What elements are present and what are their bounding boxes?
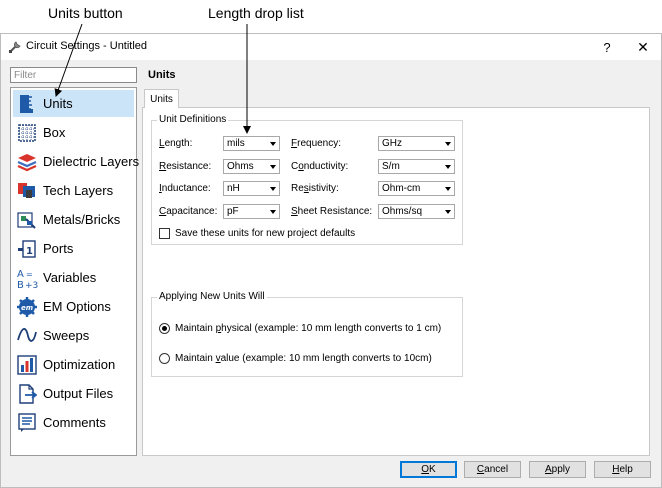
nav-label: Units <box>43 96 73 111</box>
nav-item-output-files[interactable]: Output Files <box>13 380 134 407</box>
frequency-label: Frequency: <box>291 138 342 149</box>
nav-label: EM Options <box>43 299 111 314</box>
close-icon[interactable]: ✕ <box>625 34 661 60</box>
sheet-resistance-label: Sheet Resistance: <box>291 206 373 217</box>
tech-layers-icon <box>16 180 38 202</box>
window-title: Circuit Settings - Untitled <box>26 40 148 52</box>
length-dropdown[interactable]: mils <box>223 136 280 151</box>
resistance-label: Resistance: <box>159 161 212 172</box>
ruler-icon <box>16 93 38 115</box>
svg-text:B: B <box>17 280 24 289</box>
maintain-physical-label: Maintain physical (example: 10 mm length… <box>175 323 442 334</box>
capacitance-dropdown[interactable]: pF <box>223 204 280 219</box>
nav-label: Variables <box>43 270 97 285</box>
resistance-dropdown[interactable]: Ohms <box>223 159 280 174</box>
nav-item-box[interactable]: Box <box>13 119 134 146</box>
nav-item-tech-layers[interactable]: Tech Layers <box>13 177 134 204</box>
nav-item-optimization[interactable]: Optimization <box>13 351 134 378</box>
chevron-down-icon <box>445 142 451 146</box>
unit-definitions-title: Unit Definitions <box>157 114 229 125</box>
conductivity-label: Conductivity: <box>291 161 349 172</box>
length-label: Length: <box>159 138 193 149</box>
nav-item-metals-bricks[interactable]: Metals/Bricks <box>13 206 134 233</box>
inductance-dropdown[interactable]: nH <box>223 181 280 196</box>
output-files-icon <box>16 383 38 405</box>
nav-label: Output Files <box>43 386 114 401</box>
svg-text:em: em <box>21 304 33 312</box>
filter-input[interactable] <box>10 67 137 83</box>
nav-item-comments[interactable]: Comments <box>13 409 134 436</box>
chevron-down-icon <box>270 187 276 191</box>
nav-item-dielectric-layers[interactable]: Dielectric Layers <box>13 148 139 175</box>
titlebar-help-button[interactable]: ? <box>589 34 625 60</box>
nav-label: Optimization <box>43 357 116 372</box>
save-defaults-checkbox[interactable] <box>159 228 170 239</box>
applying-units-group: Applying New Units Will Maintain physica… <box>151 291 463 377</box>
svg-text:1: 1 <box>26 246 33 257</box>
settings-nav-list: Units Box Dielectric Layers Tech Layers <box>10 87 139 456</box>
chevron-down-icon <box>445 210 451 214</box>
comments-icon <box>16 412 38 434</box>
nav-item-units[interactable]: Units <box>13 90 134 117</box>
dielectric-layers-icon <box>16 151 38 173</box>
nav-item-sweeps[interactable]: Sweeps <box>13 322 134 349</box>
nav-label: Ports <box>43 241 74 256</box>
resistivity-label: Resistivity: <box>291 183 339 194</box>
length-list-callout: Length drop list <box>208 5 304 21</box>
tab-units[interactable]: Units <box>144 89 179 108</box>
maintain-physical-radio[interactable] <box>159 323 170 334</box>
unit-definitions-group: Unit Definitions Length: mils Resistance… <box>151 114 463 245</box>
capacitance-label: Capacitance: <box>159 206 218 217</box>
nav-label: Box <box>43 125 66 140</box>
maintain-value-label: Maintain value (example: 10 mm length co… <box>175 353 432 364</box>
inductance-label: Inductance: <box>159 183 211 194</box>
units-button-callout: Units button <box>48 5 123 21</box>
circuit-settings-window: Circuit Settings - Untitled ? ✕ Units Bo… <box>0 33 662 488</box>
applying-units-title: Applying New Units Will <box>157 291 267 302</box>
cancel-button[interactable]: Cancel <box>464 461 521 478</box>
settings-app-icon <box>9 41 21 53</box>
nav-label: Tech Layers <box>43 183 114 198</box>
maintain-value-radio[interactable] <box>159 353 170 364</box>
apply-button[interactable]: Apply <box>529 461 586 478</box>
nav-label: Sweeps <box>43 328 90 343</box>
nav-label: Metals/Bricks <box>43 212 121 227</box>
help-button[interactable]: Help <box>594 461 651 478</box>
ports-icon: 1 <box>16 238 38 260</box>
svg-text:=: = <box>26 270 33 279</box>
nav-label: Dielectric Layers <box>43 154 140 169</box>
sweeps-icon <box>16 325 38 347</box>
resistivity-dropdown[interactable]: Ohm-cm <box>378 181 455 196</box>
title-bar: Circuit Settings - Untitled ? ✕ <box>1 34 661 60</box>
metals-bricks-icon <box>16 209 38 231</box>
nav-item-ports[interactable]: 1 Ports <box>13 235 134 262</box>
svg-text:+3: +3 <box>25 281 38 289</box>
ok-button[interactable]: OK <box>400 461 457 478</box>
conductivity-dropdown[interactable]: S/m <box>378 159 455 174</box>
nav-item-em-options[interactable]: em EM Options <box>13 293 134 320</box>
save-defaults-label: Save these units for new project default… <box>175 228 356 239</box>
chevron-down-icon <box>445 165 451 169</box>
chevron-down-icon <box>445 187 451 191</box>
frequency-dropdown[interactable]: GHz <box>378 136 455 151</box>
optimization-icon <box>16 354 38 376</box>
nav-item-variables[interactable]: A = B +3 Variables <box>13 264 134 291</box>
chevron-down-icon <box>270 142 276 146</box>
box-grid-icon <box>16 122 38 144</box>
em-options-icon: em <box>16 296 38 318</box>
units-tab-panel: Unit Definitions Length: mils Resistance… <box>142 107 650 456</box>
sheet-resistance-dropdown[interactable]: Ohms/sq <box>378 204 455 219</box>
chevron-down-icon <box>270 210 276 214</box>
chevron-down-icon <box>270 165 276 169</box>
svg-text:A: A <box>17 269 24 280</box>
page-title: Units <box>148 69 176 81</box>
variables-icon: A = B +3 <box>16 267 38 289</box>
nav-label: Comments <box>43 415 106 430</box>
